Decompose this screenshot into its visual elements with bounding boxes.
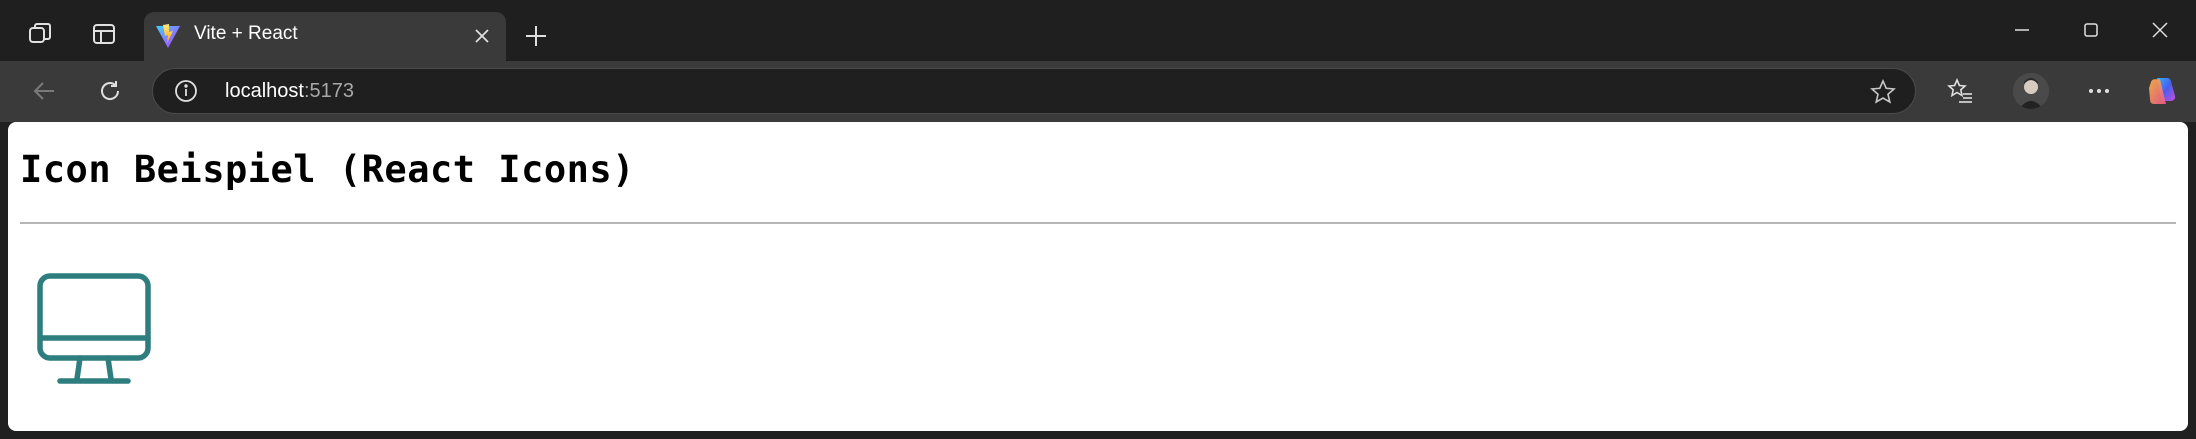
maximize-button[interactable]: [2059, 6, 2123, 54]
tab-actions-button[interactable]: [76, 12, 132, 56]
tab-title: Vite + React: [194, 23, 298, 44]
arrow-left-icon: [33, 82, 54, 100]
monitor-icon: [37, 273, 151, 384]
close-window-button[interactable]: [2128, 6, 2192, 54]
plus-icon: [526, 26, 546, 46]
address-host: localhost: [225, 80, 304, 102]
page-divider: [20, 222, 2176, 224]
info-icon: [175, 80, 197, 102]
address-port: :5173: [303, 80, 354, 102]
close-tab-button[interactable]: [468, 22, 496, 50]
browser-toolbar: localhost:5173: [0, 61, 2196, 122]
close-icon: [2152, 22, 2168, 38]
address-url[interactable]: localhost:5173: [225, 80, 354, 103]
minimize-button[interactable]: [1990, 6, 2054, 54]
refresh-icon: [101, 81, 120, 100]
workspaces-icon: [29, 23, 51, 43]
back-button[interactable]: [22, 69, 66, 113]
star-icon: [1870, 79, 1896, 104]
add-favorite-button[interactable]: [1869, 78, 1897, 106]
favorites-button[interactable]: [1938, 69, 1982, 113]
more-button[interactable]: [2077, 69, 2121, 113]
copilot-icon: [2149, 78, 2176, 104]
more-icon: [2089, 89, 2109, 93]
tab-active[interactable]: Vite + React: [144, 12, 506, 61]
tab-actions-icon: [93, 24, 115, 44]
page-title: Icon Beispiel (React Icons): [20, 148, 635, 191]
favorites-list-icon: [1947, 77, 1972, 103]
workspaces-button[interactable]: [12, 12, 68, 56]
avatar[interactable]: [2013, 73, 2049, 109]
site-info-button[interactable]: [173, 78, 199, 104]
maximize-icon: [2084, 23, 2098, 37]
page-viewport: Icon Beispiel (React Icons): [8, 122, 2188, 431]
copilot-button[interactable]: [2141, 69, 2185, 113]
new-tab-button[interactable]: [514, 14, 558, 58]
refresh-button[interactable]: [88, 69, 132, 113]
profile-photo: [2013, 73, 2049, 109]
address-bar[interactable]: localhost:5173: [152, 68, 1916, 114]
vite-logo-icon: [156, 24, 180, 48]
close-icon: [475, 29, 489, 43]
minimize-icon: [2015, 29, 2029, 31]
title-bar: Vite + React: [0, 0, 2196, 61]
